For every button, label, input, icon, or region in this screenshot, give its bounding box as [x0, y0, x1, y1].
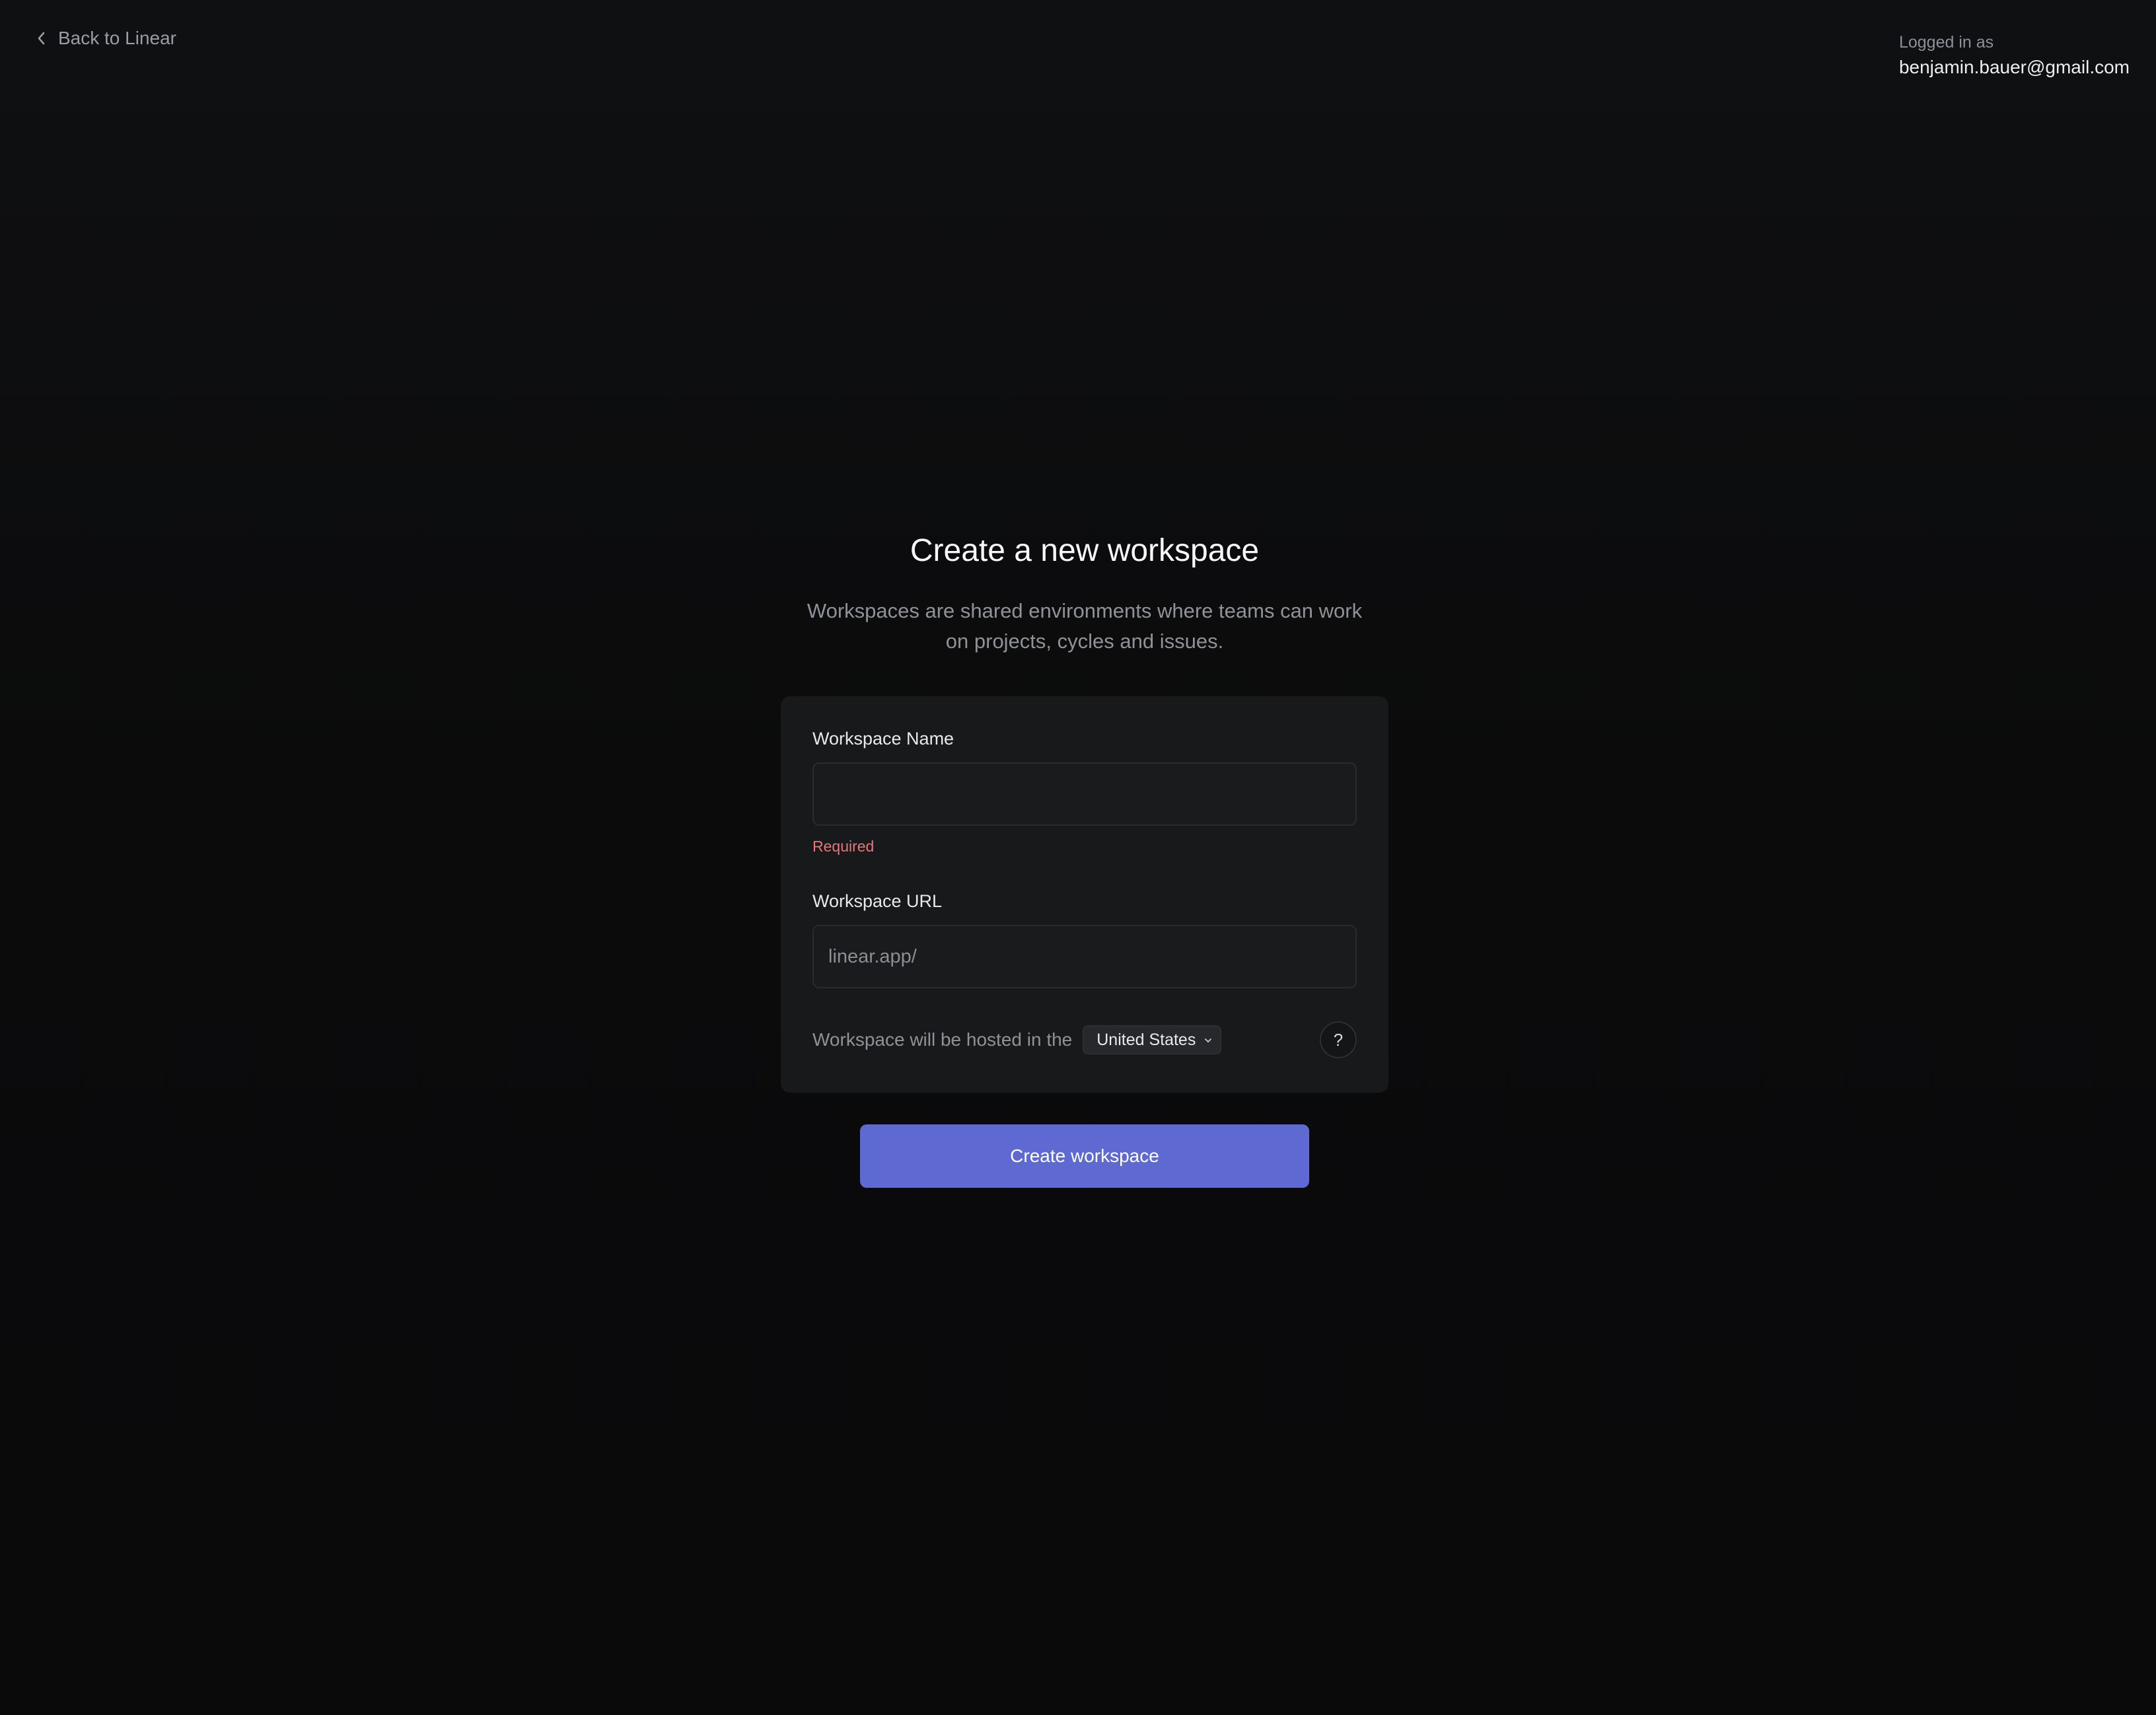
account-info: Logged in as benjamin.bauer@gmail.com	[1899, 30, 2130, 81]
account-email: benjamin.bauer@gmail.com	[1898, 57, 2130, 77]
create-workspace-panel: Create a new workspace Workspaces are sh…	[781, 522, 1388, 1188]
workspace-name-field: Workspace Name Required	[812, 725, 1357, 858]
back-to-linear-link[interactable]: Back to Linear	[36, 24, 176, 53]
region-select-value: United States	[1096, 1030, 1196, 1049]
chevron-down-icon	[1204, 1031, 1213, 1050]
create-workspace-button[interactable]: Create workspace	[860, 1124, 1309, 1188]
back-link-label: Back to Linear	[58, 28, 176, 48]
logged-in-caption: Logged in as	[1898, 33, 1994, 52]
page-title: Create a new workspace	[910, 533, 1260, 568]
workspace-name-input[interactable]	[812, 762, 1357, 826]
workspace-form-card: Workspace Name Required Workspace URL li…	[781, 696, 1388, 1093]
hosting-region-text: Workspace will be hosted in the	[812, 1029, 1073, 1050]
page-subtitle: Workspaces are shared environments where…	[807, 599, 1363, 653]
create-workspace-label: Create workspace	[1010, 1146, 1159, 1166]
workspace-name-label: Workspace Name	[812, 729, 954, 748]
help-button[interactable]: ?	[1320, 1021, 1357, 1058]
workspace-url-label: Workspace URL	[812, 891, 943, 911]
question-mark-icon: ?	[1333, 1029, 1344, 1050]
workspace-name-error: Required	[812, 838, 875, 855]
chevron-left-icon	[36, 30, 48, 46]
workspace-url-input[interactable]: linear.app/	[812, 925, 1357, 988]
hosting-region-row: Workspace will be hosted in the United S…	[812, 1021, 1357, 1058]
workspace-url-prefix: linear.app/	[828, 945, 917, 967]
workspace-url-field: Workspace URL linear.app/	[812, 888, 1357, 988]
region-select[interactable]: United States	[1083, 1025, 1222, 1054]
